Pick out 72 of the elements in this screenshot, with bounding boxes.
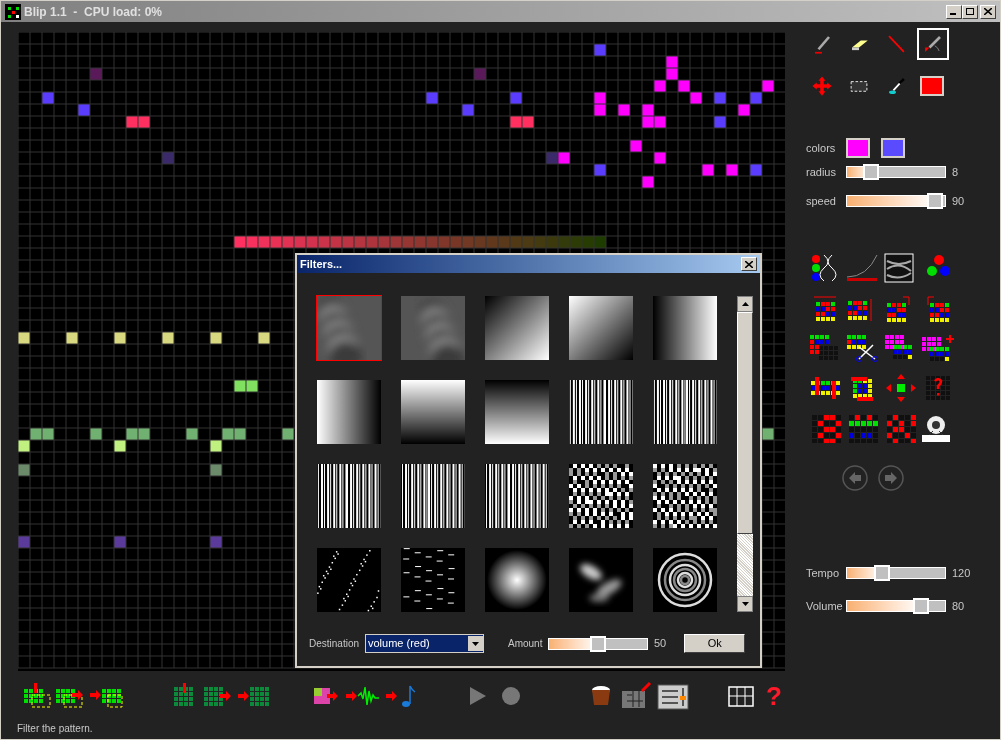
close-button[interactable] <box>741 257 757 271</box>
filter-thumbnail[interactable] <box>569 464 633 528</box>
colors-label: colors <box>806 140 837 156</box>
color-swatch[interactable] <box>846 138 870 158</box>
destination-label: Destination <box>309 637 361 651</box>
filter-thumbnail[interactable] <box>569 548 633 612</box>
slider-thumb[interactable] <box>913 597 930 614</box>
filter-thumbnail[interactable] <box>401 548 465 612</box>
close-icon <box>984 8 992 15</box>
amount-label: Amount <box>508 637 544 651</box>
slider-value: 80 <box>952 598 965 614</box>
dialog-title: Filters... <box>300 256 343 272</box>
slider-thumb[interactable] <box>874 565 891 582</box>
color-swatch[interactable] <box>881 138 905 158</box>
filter-thumbnail[interactable] <box>485 296 549 360</box>
scrollbar[interactable] <box>737 296 753 612</box>
filter-thumbnail[interactable] <box>317 548 381 612</box>
ok-button[interactable]: Ok <box>684 634 746 653</box>
maximize-button[interactable] <box>962 4 978 19</box>
filter-thumbnail[interactable] <box>653 548 717 612</box>
app-icon <box>5 3 21 20</box>
down-arrow-icon <box>741 602 749 606</box>
slider-label: radius <box>806 165 837 180</box>
filter-thumbnail[interactable] <box>317 464 381 528</box>
slider[interactable] <box>846 599 946 612</box>
filter-thumbnail[interactable] <box>653 380 717 444</box>
slider[interactable] <box>548 637 648 650</box>
filter-thumbnail[interactable] <box>401 380 465 444</box>
filter-thumbnail[interactable] <box>401 464 465 528</box>
up-arrow-icon <box>741 302 749 306</box>
destination-dropdown[interactable]: volume (red) <box>365 634 484 653</box>
help-button[interactable]: ? <box>766 683 782 709</box>
filter-thumbnail[interactable] <box>485 548 549 612</box>
slider-value: 120 <box>952 566 971 581</box>
left-arrow-button[interactable] <box>842 465 868 491</box>
filter-thumbnail[interactable] <box>569 296 633 360</box>
minimize-button[interactable] <box>946 4 962 19</box>
scroll-down-button[interactable] <box>737 596 753 612</box>
slider[interactable] <box>846 194 946 207</box>
slider-label: speed <box>806 193 837 209</box>
current-color-swatch[interactable] <box>920 76 944 96</box>
scrollbar-thumb[interactable] <box>737 312 753 534</box>
filter-thumbnail[interactable] <box>401 296 465 360</box>
spray-tool[interactable] <box>917 28 949 60</box>
scroll-up-button[interactable] <box>737 296 753 312</box>
filter-thumbnail[interactable] <box>569 380 633 444</box>
right-arrow-button[interactable] <box>878 465 904 491</box>
filter-thumbnail[interactable] <box>485 380 549 444</box>
dropdown-button[interactable] <box>468 636 483 651</box>
close-icon <box>745 260 753 268</box>
window-title: Blip 1.1 - CPU load: 0% <box>24 3 164 21</box>
slider-thumb[interactable] <box>927 192 944 209</box>
slider[interactable] <box>846 166 946 179</box>
slider-value: 90 <box>952 193 965 209</box>
slider-value: 8 <box>952 165 959 180</box>
maximize-icon <box>966 8 974 15</box>
filter-thumbnail[interactable] <box>653 464 717 528</box>
close-button[interactable] <box>980 4 996 19</box>
status-text: Filter the pattern. <box>17 722 94 736</box>
amount-value: 50 <box>654 636 667 652</box>
filter-thumbnail[interactable] <box>317 380 381 444</box>
grid-plus-icon[interactable] <box>919 333 956 363</box>
slider-label: Tempo <box>806 566 841 581</box>
slider-label: Volume <box>806 598 844 614</box>
mixer-icon[interactable] <box>654 681 692 711</box>
filter-thumbnail[interactable] <box>653 296 717 360</box>
slider-thumb[interactable] <box>590 635 606 652</box>
slider-thumb[interactable] <box>862 164 879 181</box>
caret-icon <box>472 641 479 646</box>
filter-thumbnail[interactable] <box>485 464 549 528</box>
slider[interactable] <box>846 567 946 580</box>
filter-thumbnail[interactable] <box>317 296 381 360</box>
